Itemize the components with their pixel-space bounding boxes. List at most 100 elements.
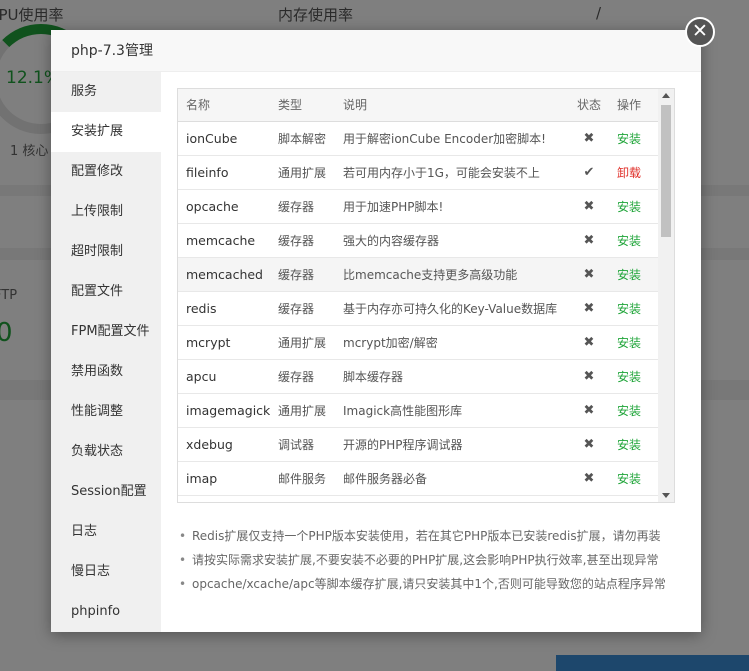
sidebar-item-upload-limit[interactable]: 上传限制 [51, 192, 161, 232]
ext-type: 通用扩展 [270, 155, 335, 190]
status-cross-icon: ✖ [569, 461, 609, 496]
ext-desc: 比memcache支持更多高级功能 [335, 257, 569, 292]
ext-name: fileinfo [178, 155, 270, 190]
sidebar-item-session-config[interactable]: Session配置 [51, 472, 161, 512]
ext-type: 缓存器 [270, 223, 335, 258]
close-icon[interactable]: ✕ [685, 17, 715, 47]
install-link[interactable]: 安装 [617, 268, 641, 282]
php-manage-dialog: php-7.3管理 ✕ 服务 安装扩展 配置修改 上传限制 超时限制 配置文件 … [51, 17, 715, 632]
table-row: opcache 缓存器 用于加速PHP脚本! ✖ 安装 [178, 189, 660, 224]
col-header-op: 操作 [609, 89, 660, 122]
ext-desc: 脚本缓存器 [335, 359, 569, 394]
sidebar-item-config-edit[interactable]: 配置修改 [51, 152, 161, 192]
ext-type: 调试器 [270, 427, 335, 462]
ext-type: 缓存器 [270, 189, 335, 224]
status-cross-icon: ✖ [569, 359, 609, 394]
install-link[interactable]: 安装 [617, 404, 641, 418]
sidebar-item-disabled-functions[interactable]: 禁用函数 [51, 352, 161, 392]
ext-name: mcrypt [178, 325, 270, 360]
notes-list: Redis扩展仅支持一个PHP版本安装使用，若在其它PHP版本已安装redis扩… [177, 524, 687, 596]
status-cross-icon: ✖ [569, 257, 609, 292]
install-link[interactable]: 安装 [617, 200, 641, 214]
install-link[interactable]: 安装 [617, 234, 641, 248]
col-header-desc: 说明 [335, 89, 569, 122]
ext-name: memcached [178, 257, 270, 292]
col-header-type: 类型 [270, 89, 335, 122]
ext-desc: 用于解密ionCube Encoder加密脚本! [335, 121, 569, 156]
note-item: Redis扩展仅支持一个PHP版本安装使用，若在其它PHP版本已安装redis扩… [177, 524, 687, 548]
status-cross-icon: ✖ [569, 189, 609, 224]
sidebar-item-fpm-config[interactable]: FPM配置文件 [51, 312, 161, 352]
sidebar-item-config-file[interactable]: 配置文件 [51, 272, 161, 312]
install-link[interactable]: 安装 [617, 472, 641, 486]
ext-desc: 开源的PHP程序调试器 [335, 427, 569, 462]
col-header-name: 名称 [178, 89, 270, 122]
status-cross-icon: ✖ [569, 325, 609, 360]
install-link[interactable]: 安装 [617, 438, 641, 452]
ext-type: 缓存器 [270, 359, 335, 394]
scroll-down-icon[interactable] [662, 493, 670, 498]
ext-desc: 强大的内容缓存器 [335, 223, 569, 258]
status-cross-icon: ✖ [569, 121, 609, 156]
table-row: mcrypt 通用扩展 mcrypt加密/解密 ✖ 安装 [178, 325, 660, 360]
sidebar-item-slow-log[interactable]: 慢日志 [51, 552, 161, 592]
ext-desc: 邮件服务器必备 [335, 461, 569, 496]
table-row: memcache 缓存器 强大的内容缓存器 ✖ 安装 [178, 223, 660, 258]
note-item: 请按实际需求安装扩展,不要安装不必要的PHP扩展,这会影响PHP执行效率,甚至出… [177, 548, 687, 572]
ext-type: 通用扩展 [270, 325, 335, 360]
ext-name: opcache [178, 189, 270, 224]
sidebar-item-load-status[interactable]: 负载状态 [51, 432, 161, 472]
table-row: imagemagick 通用扩展 Imagick高性能图形库 ✖ 安装 [178, 393, 660, 428]
note-item: opcache/xcache/apc等脚本缓存扩展,请只安装其中1个,否则可能导… [177, 572, 687, 596]
table-row: apcu 缓存器 脚本缓存器 ✖ 安装 [178, 359, 660, 394]
sidebar-item-phpinfo[interactable]: phpinfo [51, 592, 161, 632]
ext-desc: 基于内存亦可持久化的Key-Value数据库 [335, 291, 569, 326]
status-cross-icon: ✖ [569, 427, 609, 462]
ext-name: memcache [178, 223, 270, 258]
dialog-content: 名称 类型 说明 状态 操作 ionCube 脚本解密 用于解密ionCube … [161, 72, 701, 632]
table-row: ionCube 脚本解密 用于解密ionCube Encoder加密脚本! ✖ … [178, 121, 660, 156]
ext-name: xdebug [178, 427, 270, 462]
ext-name: imagemagick [178, 393, 270, 428]
ext-type: 脚本解密 [270, 121, 335, 156]
ext-type: 缓存器 [270, 257, 335, 292]
table-scrollbar[interactable] [658, 89, 674, 502]
ext-type: 邮件服务 [270, 461, 335, 496]
table-row: fileinfo 通用扩展 若可用内存小于1G，可能会安装不上 ✔ 卸载 [178, 155, 660, 190]
status-cross-icon: ✖ [569, 393, 609, 428]
ext-desc: Imagick高性能图形库 [335, 393, 569, 428]
col-header-status: 状态 [569, 89, 609, 122]
ext-name: redis [178, 291, 270, 326]
dialog-title: php-7.3管理 [51, 30, 701, 72]
ext-name: ionCube [178, 121, 270, 156]
ext-desc: 若可用内存小于1G，可能会安装不上 [335, 155, 569, 190]
sidebar-item-timeout-limit[interactable]: 超时限制 [51, 232, 161, 272]
ext-desc: mcrypt加密/解密 [335, 325, 569, 360]
sidebar-item-log[interactable]: 日志 [51, 512, 161, 552]
status-check-icon: ✔ [569, 155, 609, 190]
uninstall-link[interactable]: 卸载 [617, 166, 641, 180]
ext-name: apcu [178, 359, 270, 394]
extensions-table: 名称 类型 说明 状态 操作 ionCube 脚本解密 用于解密ionCube … [178, 89, 660, 496]
table-row: xdebug 调试器 开源的PHP程序调试器 ✖ 安装 [178, 427, 660, 462]
ext-type: 通用扩展 [270, 393, 335, 428]
status-cross-icon: ✖ [569, 291, 609, 326]
table-row: imap 邮件服务 邮件服务器必备 ✖ 安装 [178, 461, 660, 496]
ext-desc: 用于加速PHP脚本! [335, 189, 569, 224]
table-header-row: 名称 类型 说明 状态 操作 [178, 89, 660, 122]
ext-name: imap [178, 461, 270, 496]
install-link[interactable]: 安装 [617, 370, 641, 384]
scroll-thumb[interactable] [661, 105, 671, 237]
install-link[interactable]: 安装 [617, 336, 641, 350]
ext-type: 缓存器 [270, 291, 335, 326]
scroll-up-icon[interactable] [662, 93, 670, 98]
dialog-sidebar: 服务 安装扩展 配置修改 上传限制 超时限制 配置文件 FPM配置文件 禁用函数… [51, 72, 161, 632]
sidebar-item-service[interactable]: 服务 [51, 72, 161, 112]
table-row: redis 缓存器 基于内存亦可持久化的Key-Value数据库 ✖ 安装 [178, 291, 660, 326]
install-link[interactable]: 安装 [617, 302, 641, 316]
install-link[interactable]: 安装 [617, 132, 641, 146]
sidebar-item-performance[interactable]: 性能调整 [51, 392, 161, 432]
extensions-table-container: 名称 类型 说明 状态 操作 ionCube 脚本解密 用于解密ionCube … [177, 88, 675, 503]
table-row: memcached 缓存器 比memcache支持更多高级功能 ✖ 安装 [178, 257, 660, 292]
sidebar-item-install-extensions[interactable]: 安装扩展 [51, 112, 161, 152]
